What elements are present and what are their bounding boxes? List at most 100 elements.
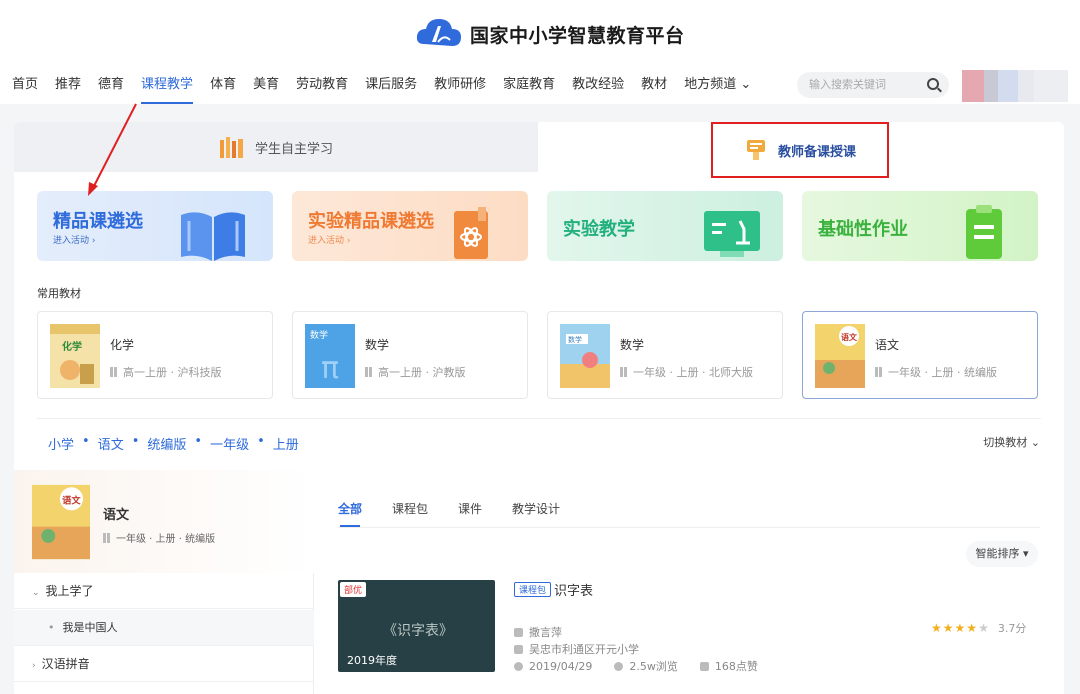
- clock-icon: [514, 661, 523, 671]
- breadcrumb-item[interactable]: 小学: [48, 434, 74, 453]
- book-meta-text: 高一上册 · 沪教版: [378, 366, 466, 379]
- nav-item[interactable]: 教材: [641, 72, 667, 100]
- book-meta: 一年级 · 上册 · 统编版: [875, 364, 997, 380]
- breadcrumb-item[interactable]: 上册: [273, 434, 299, 453]
- resource-tab[interactable]: 课件: [458, 500, 482, 517]
- book-card[interactable]: 化学 化学 高一上册 · 沪科技版: [37, 311, 273, 399]
- feature-enter-link[interactable]: 进入活动 ›: [308, 233, 350, 246]
- breadcrumb-separator: •: [82, 434, 90, 449]
- search-icon[interactable]: [927, 78, 939, 90]
- breadcrumb-separator: •: [131, 434, 140, 449]
- book-card[interactable]: 数学 数学 一年级 · 上册 · 北师大版: [547, 311, 783, 399]
- main-panel: 学生自主学习 教师备课授课 精品课遴选 进入活动 › 实验精品课遴选 进入活动 …: [14, 122, 1064, 694]
- feature-card-experiment-teaching[interactable]: 实验教学: [547, 191, 783, 261]
- breadcrumb-item[interactable]: 统编版: [147, 434, 186, 453]
- book-meta: 高一上册 · 沪科技版: [110, 364, 222, 380]
- star-icon: ★: [942, 621, 954, 635]
- main-nav: 首页 推荐 德育 课程教学 体育 美育 劳动教育 课后服务 教师研修 家庭教育 教改经验 教材 地方频道…: [12, 72, 768, 104]
- book-name: 语文: [875, 338, 900, 352]
- bookmark-icon: [875, 367, 882, 377]
- nav-item[interactable]: 课后服务: [365, 72, 417, 100]
- book-card-selected[interactable]: 语文 语文 一年级 · 上册 · 统编版: [802, 311, 1038, 399]
- book-meta-text: 高一上册 · 沪科技版: [123, 366, 222, 379]
- resource-tab[interactable]: 课程包: [392, 500, 428, 517]
- sidebar-item-unit[interactable]: ⌄ 我上学了: [14, 573, 314, 609]
- breadcrumb-item[interactable]: 一年级: [210, 434, 249, 453]
- lectern-icon: [746, 140, 765, 160]
- resource-tabs: 全部 课程包 课件 教学设计: [338, 500, 560, 527]
- sidebar-book-meta: 一年级 · 上册 · 统编版: [103, 530, 215, 545]
- sidebar-item-lesson[interactable]: • 我是中国人: [14, 610, 314, 646]
- eye-icon: [614, 661, 624, 671]
- resource-thumbnail[interactable]: 部优 《识字表》 2019年度: [338, 580, 495, 672]
- feature-card-quality[interactable]: 精品课遴选 进入活动 ›: [37, 191, 273, 261]
- feature-title: 精品课遴选: [53, 211, 143, 232]
- teacher-icon: [514, 627, 523, 637]
- bookmark-icon: [103, 532, 110, 543]
- sort-dropdown[interactable]: 智能排序 ▾: [966, 541, 1038, 567]
- tab-student-label: 学生自主学习: [254, 141, 333, 157]
- nav-item[interactable]: 首页: [12, 72, 38, 100]
- switch-textbook-button[interactable]: 切换教材 ⌄: [983, 434, 1040, 450]
- chemistry-cover-icon: 化学: [50, 324, 100, 388]
- search-input[interactable]: 输入搜索关键词: [797, 72, 949, 98]
- nav-item[interactable]: 体育: [210, 72, 236, 100]
- book-card[interactable]: 数学 π 数学 高一上册 · 沪教版: [292, 311, 528, 399]
- nav-item[interactable]: 家庭教育: [503, 72, 555, 100]
- award-badge: 部优: [340, 582, 367, 597]
- tab-teacher[interactable]: 教师备课授课: [711, 122, 889, 178]
- breadcrumb-separator: •: [257, 434, 265, 449]
- sidebar-item-label: 我上学了: [45, 584, 94, 598]
- thumbnail-title: 《识字表》: [383, 623, 453, 639]
- resource-tab[interactable]: 全部: [338, 500, 362, 527]
- rating-stars: ★ ★ ★ ★ ★ 3.7分: [931, 620, 1026, 636]
- teacher-name: 撒言萍: [529, 626, 562, 639]
- user-avatar-blurred[interactable]: [962, 70, 1068, 102]
- feature-card-basic-homework[interactable]: 基础性作业: [802, 191, 1038, 261]
- svg-text:π: π: [321, 351, 339, 386]
- platform-logo[interactable]: 国家中小学智慧教育平台: [414, 14, 685, 54]
- svg-text:化学: 化学: [62, 340, 82, 353]
- resource-likes: 168点赞: [714, 660, 758, 673]
- nav-item[interactable]: 地方频道 ⌄: [684, 72, 751, 100]
- resource-date: 2019/04/29: [529, 659, 593, 673]
- feature-title: 实验精品课遴选: [308, 211, 434, 232]
- books-icon: [219, 137, 243, 158]
- nav-item[interactable]: 教师研修: [434, 72, 486, 100]
- resource-tab[interactable]: 教学设计: [512, 500, 560, 517]
- sidebar-item-unit[interactable]: › 汉语拼音: [14, 646, 314, 682]
- textbook-breadcrumb: 小学 • 语文 • 统编版 • 一年级 • 上册: [48, 434, 299, 453]
- dot-icon: •: [48, 621, 55, 634]
- nav-item[interactable]: 美育: [253, 72, 279, 100]
- star-icon: ★: [931, 621, 942, 635]
- math-grade1-cover-icon: 数学: [560, 324, 610, 388]
- book-name: 化学: [110, 338, 135, 352]
- star-icon: ★: [954, 621, 966, 635]
- chevron-right-icon: ›: [32, 661, 36, 671]
- feature-enter-link[interactable]: 进入活动 ›: [53, 233, 95, 246]
- sidebar-book-meta-text: 一年级 · 上册 · 统编版: [116, 534, 216, 545]
- chevron-down-icon: ⌄: [32, 588, 40, 598]
- clipboard-icon: [966, 205, 1002, 259]
- resource-title[interactable]: 识字表: [554, 580, 593, 599]
- chinese-cover-icon: 语文: [815, 324, 865, 388]
- sidebar-item-label: 我是中国人: [62, 621, 118, 634]
- cloud-logo-icon: [416, 19, 461, 46]
- chinese-cover-icon: 语文: [32, 484, 90, 560]
- breadcrumb-item[interactable]: 语文: [98, 434, 124, 453]
- feature-title: 基础性作业: [818, 219, 908, 240]
- svg-text:语文: 语文: [62, 494, 81, 506]
- tab-student[interactable]: 学生自主学习: [14, 122, 538, 172]
- nav-item[interactable]: 教改经验: [572, 72, 624, 100]
- nav-item[interactable]: 推荐: [55, 72, 81, 100]
- nav-item[interactable]: 劳动教育: [296, 72, 348, 100]
- sidebar-item-label: 汉语拼音: [41, 657, 90, 671]
- book-meta-text: 一年级 · 上册 · 北师大版: [633, 366, 753, 379]
- bookmark-icon: [365, 367, 372, 377]
- feature-card-experiment-quality[interactable]: 实验精品课遴选 进入活动 ›: [292, 191, 528, 261]
- nav-item[interactable]: 课程教学: [141, 72, 194, 104]
- svg-text:语文: 语文: [841, 332, 858, 342]
- book-name: 数学: [365, 338, 390, 352]
- nav-item[interactable]: 德育: [98, 72, 124, 100]
- science-book-icon: [454, 207, 488, 259]
